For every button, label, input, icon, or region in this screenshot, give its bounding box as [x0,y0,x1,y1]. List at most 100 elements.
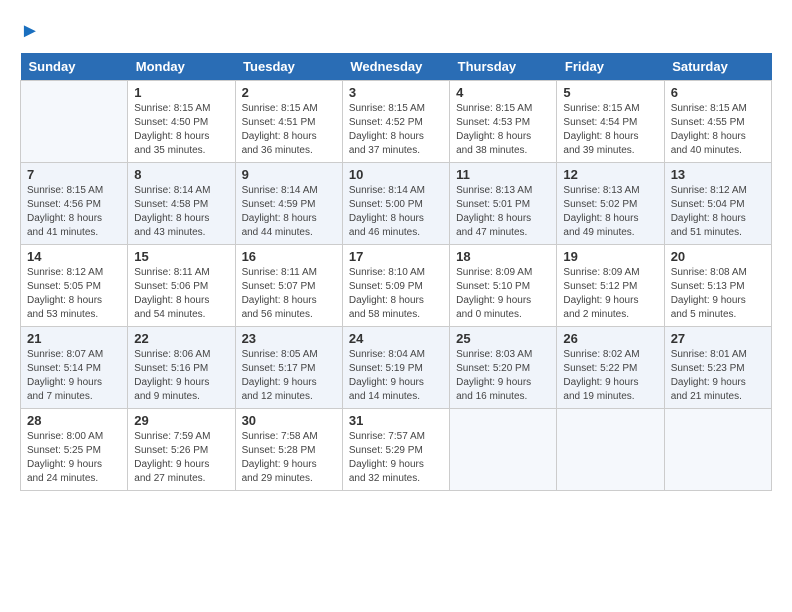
cell-info: Sunrise: 7:57 AMSunset: 5:29 PMDaylight:… [349,430,443,486]
col-wednesday: Wednesday [342,53,449,81]
cell-info: Sunrise: 8:13 AMSunset: 5:01 PMDaylight:… [456,184,550,240]
cell-info: Sunrise: 8:12 AMSunset: 5:04 PMDaylight:… [671,184,765,240]
day-number: 27 [671,331,765,346]
cell-info: Sunrise: 8:15 AMSunset: 4:54 PMDaylight:… [563,102,657,158]
table-row: 13 Sunrise: 8:12 AMSunset: 5:04 PMDayligh… [664,163,771,245]
table-row: 3Sunrise: 8:15 AMSunset: 4:52 PMDaylight… [342,81,449,163]
table-row: 17Sunrise: 8:10 AMSunset: 5:09 PMDayligh… [342,245,449,327]
day-number: 11 [456,167,550,182]
col-sunday: Sunday [21,53,128,81]
cell-info: Sunrise: 8:15 AMSunset: 4:51 PMDaylight:… [242,102,336,158]
cell-info: Sunrise: 8:03 AMSunset: 5:20 PMDaylight:… [456,348,550,404]
cell-info: Sunrise: 8:06 AMSunset: 5:16 PMDaylight:… [134,348,228,404]
cell-info: Sunrise: 8:14 AMSunset: 4:58 PMDaylight:… [134,184,228,240]
day-number: 29 [134,413,228,428]
cell-info: Sunrise: 8:14 AMSunset: 4:59 PMDaylight:… [242,184,336,240]
cell-info: Sunrise: 8:11 AMSunset: 5:07 PMDaylight:… [242,266,336,322]
table-row [664,409,771,491]
day-number: 16 [242,249,336,264]
day-number: 18 [456,249,550,264]
table-row [557,409,664,491]
day-number: 2 [242,85,336,100]
table-row: 26Sunrise: 8:02 AMSunset: 5:22 PMDayligh… [557,327,664,409]
table-row: 14 Sunrise: 8:12 AMSunset: 5:05 PMDayligh… [21,245,128,327]
cell-info: Sunrise: 8:10 AMSunset: 5:09 PMDaylight:… [349,266,443,322]
day-number: 24 [349,331,443,346]
cell-info: Sunrise: 8:12 AMSunset: 5:05 PMDaylight:… [27,266,121,322]
day-number: 12 [563,167,657,182]
cell-info: Sunrise: 8:09 AMSunset: 5:10 PMDaylight:… [456,266,550,322]
table-row: 29 Sunrise: 7:59 AMSunset: 5:26 PMDayligh… [128,409,235,491]
table-row: 20Sunrise: 8:08 AMSunset: 5:13 PMDayligh… [664,245,771,327]
cell-info: Sunrise: 8:05 AMSunset: 5:17 PMDaylight:… [242,348,336,404]
cell-info: Sunrise: 8:02 AMSunset: 5:22 PMDaylight:… [563,348,657,404]
cell-info: Sunrise: 8:14 AMSunset: 5:00 PMDaylight:… [349,184,443,240]
table-row: 9 Sunrise: 8:14 AMSunset: 4:59 PMDaylight… [235,163,342,245]
day-number: 8 [134,167,228,182]
cell-info: Sunrise: 8:15 AMSunset: 4:50 PMDaylight:… [134,102,228,158]
table-row: 22 Sunrise: 8:06 AMSunset: 5:16 PMDayligh… [128,327,235,409]
table-row: 11 Sunrise: 8:13 AMSunset: 5:01 PMDayligh… [450,163,557,245]
day-number: 19 [563,249,657,264]
cell-info: Sunrise: 8:13 AMSunset: 5:02 PMDaylight:… [563,184,657,240]
table-row: 8 Sunrise: 8:14 AMSunset: 4:58 PMDaylight… [128,163,235,245]
table-row: 12 Sunrise: 8:13 AMSunset: 5:02 PMDayligh… [557,163,664,245]
table-row: 7 Sunrise: 8:15 AMSunset: 4:56 PMDaylight… [21,163,128,245]
day-number: 3 [349,85,443,100]
day-number: 6 [671,85,765,100]
table-row: 4Sunrise: 8:15 AMSunset: 4:53 PMDaylight… [450,81,557,163]
calendar-week-5: 28Sunrise: 8:00 AMSunset: 5:25 PMDayligh… [21,409,772,491]
day-number: 7 [27,167,121,182]
table-row: 1 Sunrise: 8:15 AMSunset: 4:50 PMDaylight… [128,81,235,163]
table-row: 15 Sunrise: 8:11 AMSunset: 5:06 PMDayligh… [128,245,235,327]
cell-info: Sunrise: 8:09 AMSunset: 5:12 PMDaylight:… [563,266,657,322]
cell-info: Sunrise: 8:07 AMSunset: 5:14 PMDaylight:… [27,348,121,404]
day-number: 21 [27,331,121,346]
day-number: 22 [134,331,228,346]
table-row: 31 Sunrise: 7:57 AMSunset: 5:29 PMDayligh… [342,409,449,491]
table-row: 21 Sunrise: 8:07 AMSunset: 5:14 PMDayligh… [21,327,128,409]
col-friday: Friday [557,53,664,81]
table-row: 6 Sunrise: 8:15 AMSunset: 4:55 PMDaylight… [664,81,771,163]
table-row: 28Sunrise: 8:00 AMSunset: 5:25 PMDayligh… [21,409,128,491]
cell-info: Sunrise: 8:11 AMSunset: 5:06 PMDaylight:… [134,266,228,322]
table-row: 16 Sunrise: 8:11 AMSunset: 5:07 PMDayligh… [235,245,342,327]
day-number: 15 [134,249,228,264]
cell-info: Sunrise: 8:15 AMSunset: 4:55 PMDaylight:… [671,102,765,158]
cell-info: Sunrise: 8:15 AMSunset: 4:56 PMDaylight:… [27,184,121,240]
day-number: 28 [27,413,121,428]
table-row: 5 Sunrise: 8:15 AMSunset: 4:54 PMDaylight… [557,81,664,163]
cell-info: Sunrise: 8:04 AMSunset: 5:19 PMDaylight:… [349,348,443,404]
table-row: 18 Sunrise: 8:09 AMSunset: 5:10 PMDayligh… [450,245,557,327]
table-row: 2 Sunrise: 8:15 AMSunset: 4:51 PMDaylight… [235,81,342,163]
table-row: 25 Sunrise: 8:03 AMSunset: 5:20 PMDayligh… [450,327,557,409]
col-thursday: Thursday [450,53,557,81]
day-number: 9 [242,167,336,182]
day-number: 13 [671,167,765,182]
col-tuesday: Tuesday [235,53,342,81]
day-number: 30 [242,413,336,428]
day-number: 1 [134,85,228,100]
table-row: 30 Sunrise: 7:58 AMSunset: 5:28 PMDayligh… [235,409,342,491]
day-number: 25 [456,331,550,346]
col-monday: Monday [128,53,235,81]
day-number: 14 [27,249,121,264]
logo-bird-icon: ► [20,20,40,43]
table-row [21,81,128,163]
table-row: 27Sunrise: 8:01 AMSunset: 5:23 PMDayligh… [664,327,771,409]
table-row [450,409,557,491]
day-number: 31 [349,413,443,428]
calendar-week-4: 21 Sunrise: 8:07 AMSunset: 5:14 PMDayligh… [21,327,772,409]
day-number: 5 [563,85,657,100]
table-row: 24 Sunrise: 8:04 AMSunset: 5:19 PMDayligh… [342,327,449,409]
cell-info: Sunrise: 7:58 AMSunset: 5:28 PMDaylight:… [242,430,336,486]
cell-info: Sunrise: 7:59 AMSunset: 5:26 PMDaylight:… [134,430,228,486]
col-saturday: Saturday [664,53,771,81]
day-number: 10 [349,167,443,182]
table-row: 19 Sunrise: 8:09 AMSunset: 5:12 PMDayligh… [557,245,664,327]
table-row: 10 Sunrise: 8:14 AMSunset: 5:00 PMDayligh… [342,163,449,245]
cell-info: Sunrise: 8:08 AMSunset: 5:13 PMDaylight:… [671,266,765,322]
day-number: 23 [242,331,336,346]
calendar-week-1: 1 Sunrise: 8:15 AMSunset: 4:50 PMDaylight… [21,81,772,163]
page-header: ► [20,20,772,43]
